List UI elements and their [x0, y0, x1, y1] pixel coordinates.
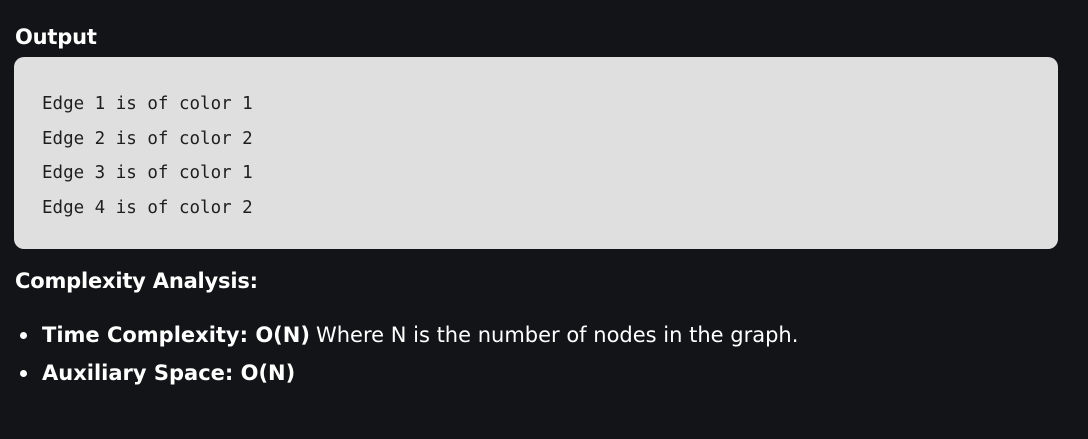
- output-heading: Output: [15, 25, 97, 49]
- code-line: Edge 3 is of color 1: [42, 163, 253, 183]
- auxiliary-space-label: Auxiliary Space: O(N): [42, 361, 296, 385]
- complexity-list: Time Complexity: O(N) Where N is the num…: [20, 316, 798, 392]
- time-complexity-description: Where N is the number of nodes in the gr…: [315, 323, 799, 347]
- list-item-auxiliary-space: Auxiliary Space: O(N): [20, 354, 798, 392]
- code-line: Edge 4 is of color 2: [42, 197, 253, 218]
- bullet-dot-icon: [20, 331, 27, 339]
- complexity-analysis-heading: Complexity Analysis:: [15, 269, 258, 293]
- code-line: Edge 2 is of color 2: [42, 128, 253, 149]
- code-line: Edge 1 is of color 1: [42, 94, 253, 114]
- output-code-block: Edge 1 is of color 1 Edge 2 is of color …: [14, 57, 1058, 249]
- bullet-dot-icon: [20, 369, 27, 377]
- time-complexity-label: Time Complexity: O(N): [42, 323, 310, 347]
- list-item-time-complexity: Time Complexity: O(N) Where N is the num…: [20, 316, 798, 354]
